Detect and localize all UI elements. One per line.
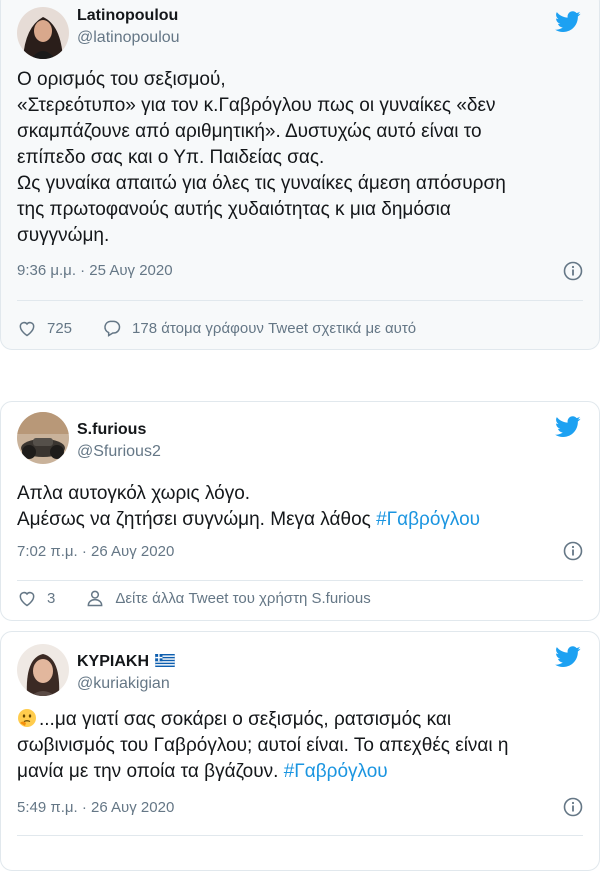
user-handle[interactable]: @latinopoulou: [77, 29, 180, 47]
display-name[interactable]: ΚΥΡΙΑΚΗ: [77, 653, 149, 670]
tweet-card[interactable]: Latinopoulou @latinopoulou Ο ορισμός του…: [0, 0, 600, 350]
user-handle[interactable]: @Sfurious2: [77, 443, 161, 461]
thinking-face-icon: [18, 709, 36, 727]
heart-icon[interactable]: [17, 588, 37, 608]
tweet-text-line: σωβινισμός του Γαβρόγλου; αυτοί είναι. Τ…: [17, 735, 509, 756]
user-handle[interactable]: @kuriakigian: [77, 675, 170, 693]
tweet-text-line: επίπεδο σας και ο Υπ. Παιδείας σας.: [17, 147, 325, 168]
info-icon[interactable]: [563, 541, 583, 561]
tweet-text-line: Αμέσως να ζητήσει συγνώμη. Μεγα λάθος #Γ…: [17, 507, 585, 533]
more-tweets-link[interactable]: Δείτε άλλα Tweet του χρήστη S.furious: [115, 590, 370, 607]
tweet-text-line: Ο ορισμός του σεξισμού,: [17, 69, 226, 90]
tweet-text-line: της πρωτοφανούς αυτής χυδαιότητας κ μια …: [17, 199, 451, 220]
like-count[interactable]: 3: [47, 590, 55, 607]
info-icon[interactable]: [563, 797, 583, 817]
tweet-text: Απλα αυτογκόλ χωρις λόγο. Αμέσως να ζητή…: [17, 481, 585, 533]
tweet-text-line: Ως γυναίκα απαιτώ για όλες τις γυναίκες …: [17, 173, 506, 194]
person-icon[interactable]: [85, 588, 105, 608]
timestamp[interactable]: 9:36 μ.μ. · 25 Αυγ 2020: [17, 262, 173, 279]
greek-flag-icon: [155, 654, 175, 667]
tweet-text-segment: ...μα γιατί σας σοκάρει ο σεξισμός, ρατσ…: [39, 709, 452, 730]
avatar[interactable]: [17, 644, 69, 696]
tweet-text: ...μα γιατί σας σοκάρει ο σεξισμός, ρατσ…: [17, 707, 585, 785]
avatar[interactable]: [17, 7, 69, 59]
tweet-text-line: σκαμπάζουνε από αριθμητική». Δυστυχώς αυ…: [17, 121, 482, 142]
divider: [17, 580, 583, 581]
tweet-card[interactable]: S.furious @Sfurious2 Απλα αυτογκόλ χωρις…: [0, 401, 600, 621]
hashtag-link[interactable]: #Γαβρόγλου: [376, 509, 480, 530]
info-icon[interactable]: [563, 261, 583, 281]
timestamp[interactable]: 5:49 π.μ. · 26 Αυγ 2020: [17, 799, 174, 816]
twitter-bird-icon[interactable]: [555, 416, 581, 438]
tweet-text-line: «Στερεότυπο» για τον κ.Γαβρόγλου πως οι …: [17, 95, 496, 116]
divider: [17, 300, 583, 301]
tweet-text-segment: Αμέσως να ζητήσει συγνώμη. Μεγα λάθος: [17, 509, 377, 530]
hashtag-link[interactable]: #Γαβρόγλου: [284, 761, 388, 782]
twitter-bird-icon[interactable]: [555, 11, 581, 33]
reply-bubble-icon[interactable]: [102, 318, 122, 338]
tweet-text-segment: μανία με την οποία τα βγάζουν.: [17, 761, 284, 782]
like-count[interactable]: 725: [47, 320, 72, 337]
heart-icon[interactable]: [17, 318, 37, 338]
tweet-text-line: μανία με την οποία τα βγάζουν. #Γαβρόγλο…: [17, 759, 585, 785]
display-name[interactable]: Latinopoulou: [77, 7, 178, 25]
tweet-text-line: συγγνώμη.: [17, 225, 110, 246]
divider: [17, 835, 583, 836]
tweet-text-line: ...μα γιατί σας σοκάρει ο σεξισμός, ρατσ…: [17, 707, 585, 733]
timestamp[interactable]: 7:02 π.μ. · 26 Αυγ 2020: [17, 543, 174, 560]
tweet-text-line: Απλα αυτογκόλ χωρις λόγο.: [17, 483, 251, 504]
action-bar: 3 Δείτε άλλα Tweet του χρήστη S.furious: [17, 588, 371, 608]
avatar[interactable]: [17, 412, 69, 464]
tweet-card[interactable]: ΚΥΡΙΑΚΗ @kuriakigian ...μα γιατί σας σοκ…: [0, 631, 600, 871]
tweet-text: Ο ορισμός του σεξισμού, «Στερεότυπο» για…: [17, 67, 585, 249]
action-bar: 725 178 άτομα γράφουν Tweet σχετικά με α…: [17, 318, 416, 338]
twitter-bird-icon[interactable]: [555, 646, 581, 668]
display-name[interactable]: S.furious: [77, 421, 146, 439]
replies-link[interactable]: 178 άτομα γράφουν Tweet σχετικά με αυτό: [132, 320, 416, 337]
display-name-row[interactable]: ΚΥΡΙΑΚΗ: [77, 653, 175, 671]
